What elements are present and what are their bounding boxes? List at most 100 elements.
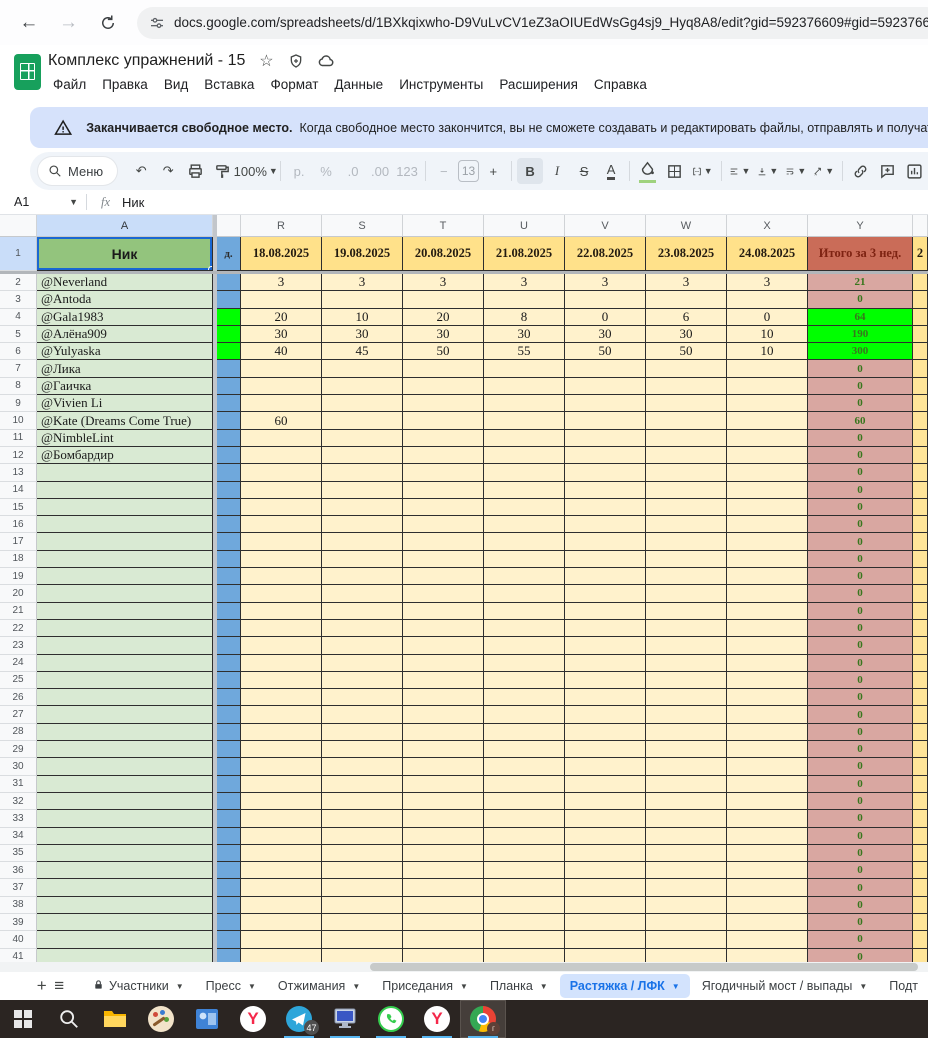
cell-value[interactable]: 3 bbox=[727, 274, 808, 291]
cell-value[interactable] bbox=[403, 914, 484, 931]
cell-value[interactable] bbox=[403, 603, 484, 620]
cell-z-sliver[interactable] bbox=[913, 793, 928, 810]
cell-name-11[interactable]: @NimbleLint bbox=[37, 430, 213, 447]
cell-value[interactable]: 30 bbox=[241, 326, 322, 343]
cell-value[interactable] bbox=[403, 862, 484, 879]
chevron-down-icon[interactable]: ▼ bbox=[352, 982, 360, 991]
cell-value[interactable] bbox=[727, 533, 808, 550]
cell-value[interactable] bbox=[727, 706, 808, 723]
row-header-9[interactable]: 9 bbox=[0, 395, 37, 412]
borders-button[interactable] bbox=[662, 158, 688, 184]
cell-value[interactable] bbox=[565, 430, 646, 447]
cell-value[interactable] bbox=[727, 603, 808, 620]
text-rotate-button[interactable]: A▼ bbox=[810, 158, 837, 184]
cell-value[interactable] bbox=[241, 672, 322, 689]
cell-total-8[interactable]: 0 bbox=[808, 378, 913, 395]
cell-total-17[interactable]: 0 bbox=[808, 533, 913, 550]
cell-z-sliver[interactable] bbox=[913, 568, 928, 585]
cell-value[interactable] bbox=[646, 412, 727, 429]
cell-value[interactable] bbox=[403, 845, 484, 862]
cell-value[interactable] bbox=[646, 949, 727, 962]
cell-value[interactable] bbox=[322, 516, 403, 533]
row-header-34[interactable]: 34 bbox=[0, 828, 37, 845]
cell-status-34[interactable] bbox=[217, 828, 241, 845]
cell-value[interactable] bbox=[565, 637, 646, 654]
cell-status-9[interactable] bbox=[217, 395, 241, 412]
cell-value[interactable] bbox=[646, 291, 727, 308]
cell-value[interactable]: 8 bbox=[484, 309, 565, 326]
date-header-19.08.2025[interactable]: 19.08.2025 bbox=[322, 237, 403, 271]
cell-value[interactable] bbox=[646, 741, 727, 758]
cell-total-2[interactable]: 21 bbox=[808, 274, 913, 291]
cell-value[interactable]: 3 bbox=[565, 274, 646, 291]
horizontal-scrollbar[interactable] bbox=[0, 962, 928, 972]
row-header-33[interactable]: 33 bbox=[0, 810, 37, 827]
cell-value[interactable] bbox=[727, 758, 808, 775]
cell-name-14[interactable] bbox=[37, 482, 213, 499]
cell-value[interactable] bbox=[403, 931, 484, 948]
cell-value[interactable] bbox=[484, 914, 565, 931]
cell-total-12[interactable]: 0 bbox=[808, 447, 913, 464]
cell-value[interactable] bbox=[565, 603, 646, 620]
cell-z-sliver[interactable] bbox=[913, 845, 928, 862]
cell-value[interactable]: 10 bbox=[322, 309, 403, 326]
cell-value[interactable] bbox=[241, 585, 322, 602]
cell-value[interactable]: 30 bbox=[322, 326, 403, 343]
cell-value[interactable] bbox=[484, 862, 565, 879]
cell-value[interactable] bbox=[565, 516, 646, 533]
cell-value[interactable] bbox=[565, 360, 646, 377]
toolbar-menu-button[interactable]: Меню bbox=[38, 157, 117, 185]
cell-value[interactable] bbox=[241, 706, 322, 723]
cell-value[interactable] bbox=[241, 741, 322, 758]
cell-Z1-partial[interactable]: 2 bbox=[913, 237, 928, 271]
formula-input[interactable]: Ник bbox=[122, 195, 144, 210]
cell-z-sliver[interactable] bbox=[913, 949, 928, 962]
cell-name-28[interactable] bbox=[37, 724, 213, 741]
text-wrap-button[interactable]: ▼ bbox=[782, 158, 809, 184]
cell-value[interactable]: 20 bbox=[241, 309, 322, 326]
cell-value[interactable] bbox=[322, 672, 403, 689]
undo-button[interactable]: ↶ bbox=[128, 158, 154, 184]
font-size-input[interactable]: 13 bbox=[458, 160, 480, 182]
cell-total-7[interactable]: 0 bbox=[808, 360, 913, 377]
cell-value[interactable] bbox=[484, 464, 565, 481]
column-header-Y[interactable]: Y bbox=[808, 215, 913, 237]
cell-value[interactable] bbox=[322, 914, 403, 931]
cell-value[interactable] bbox=[565, 914, 646, 931]
cell-value[interactable] bbox=[646, 914, 727, 931]
row-header-25[interactable]: 25 bbox=[0, 672, 37, 689]
cell-value[interactable] bbox=[646, 516, 727, 533]
star-icon[interactable]: ☆ bbox=[257, 52, 275, 70]
row-header-3[interactable]: 3 bbox=[0, 291, 37, 308]
cell-name-5[interactable]: @Алёна909 bbox=[37, 326, 213, 343]
vertical-align-button[interactable]: ▼ bbox=[754, 158, 781, 184]
chevron-down-icon[interactable]: ▼ bbox=[248, 982, 256, 991]
cell-value[interactable] bbox=[565, 931, 646, 948]
cell-value[interactable] bbox=[565, 689, 646, 706]
row-header-20[interactable]: 20 bbox=[0, 585, 37, 602]
cell-value[interactable] bbox=[727, 430, 808, 447]
cell-total-23[interactable]: 0 bbox=[808, 637, 913, 654]
menu-Вид[interactable]: Вид bbox=[157, 74, 195, 95]
cloud-status-icon[interactable] bbox=[317, 52, 335, 70]
cell-name-3[interactable]: @Antoda bbox=[37, 291, 213, 308]
cell-z-sliver[interactable] bbox=[913, 637, 928, 654]
cell-z-sliver[interactable] bbox=[913, 914, 928, 931]
cell-value[interactable] bbox=[565, 447, 646, 464]
cell-total-19[interactable]: 0 bbox=[808, 568, 913, 585]
cell-value[interactable] bbox=[484, 689, 565, 706]
cell-value[interactable] bbox=[646, 931, 727, 948]
menu-Данные[interactable]: Данные bbox=[327, 74, 390, 95]
cell-total-14[interactable]: 0 bbox=[808, 482, 913, 499]
cell-value[interactable] bbox=[241, 655, 322, 672]
cell-value[interactable] bbox=[727, 879, 808, 896]
paint-format-button[interactable] bbox=[209, 158, 235, 184]
row-header-5[interactable]: 5 bbox=[0, 326, 37, 343]
cell-z-sliver[interactable] bbox=[913, 931, 928, 948]
cell-z-sliver[interactable] bbox=[913, 585, 928, 602]
row-header-17[interactable]: 17 bbox=[0, 533, 37, 550]
cell-value[interactable] bbox=[403, 551, 484, 568]
cell-status-13[interactable] bbox=[217, 464, 241, 481]
cell-value[interactable] bbox=[646, 845, 727, 862]
cell-name-20[interactable] bbox=[37, 585, 213, 602]
